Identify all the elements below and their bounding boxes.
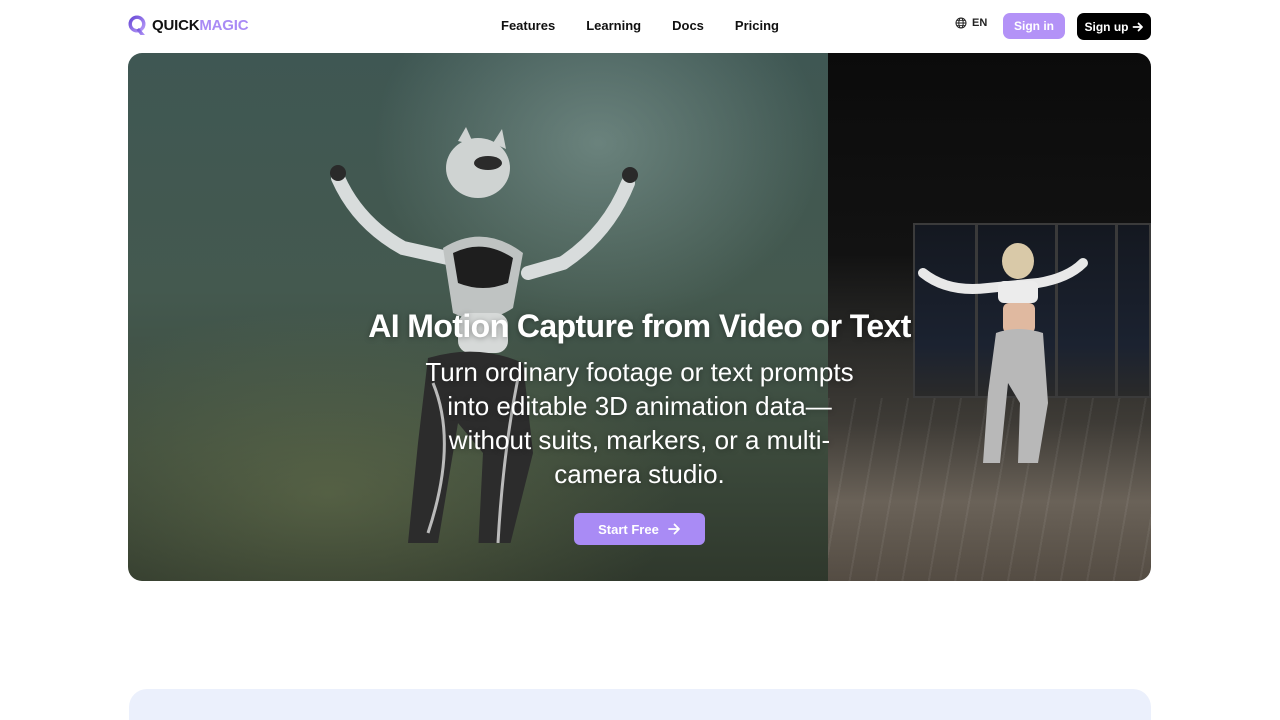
- hero-title: AI Motion Capture from Video or Text: [368, 308, 911, 344]
- nav-learning[interactable]: Learning: [586, 16, 641, 36]
- logo-text-magic: MAGIC: [199, 17, 249, 34]
- brand-logo[interactable]: QUICKMAGIC: [128, 14, 249, 38]
- next-section-card: [129, 689, 1151, 720]
- logo-q-icon: [128, 15, 148, 37]
- hero-content: AI Motion Capture from Video or Text Tur…: [128, 53, 1151, 581]
- language-label: EN: [972, 17, 988, 29]
- nav-docs[interactable]: Docs: [672, 16, 704, 36]
- hero-banner: AI Motion Capture from Video or Text Tur…: [128, 53, 1151, 581]
- start-free-button[interactable]: Start Free: [574, 513, 705, 545]
- nav-pricing[interactable]: Pricing: [735, 16, 779, 36]
- hero-subtitle: Turn ordinary footage or text prompts in…: [425, 357, 854, 489]
- top-nav: QUICKMAGIC Features Learning Docs Pricin…: [0, 0, 1280, 52]
- logo-text: QUICKMAGIC: [152, 15, 249, 37]
- sign-up-label: Sign up: [1084, 19, 1129, 34]
- start-free-label: Start Free: [598, 521, 659, 537]
- arrow-right-icon: [1132, 22, 1143, 31]
- nav-features[interactable]: Features: [501, 16, 555, 36]
- sign-in-button[interactable]: Sign in: [1003, 13, 1065, 39]
- sign-up-button[interactable]: Sign up: [1077, 13, 1151, 40]
- arrow-right-icon: [667, 523, 680, 535]
- language-selector[interactable]: EN: [955, 17, 987, 29]
- logo-text-quick: QUICK: [152, 17, 200, 34]
- globe-icon: [955, 17, 967, 29]
